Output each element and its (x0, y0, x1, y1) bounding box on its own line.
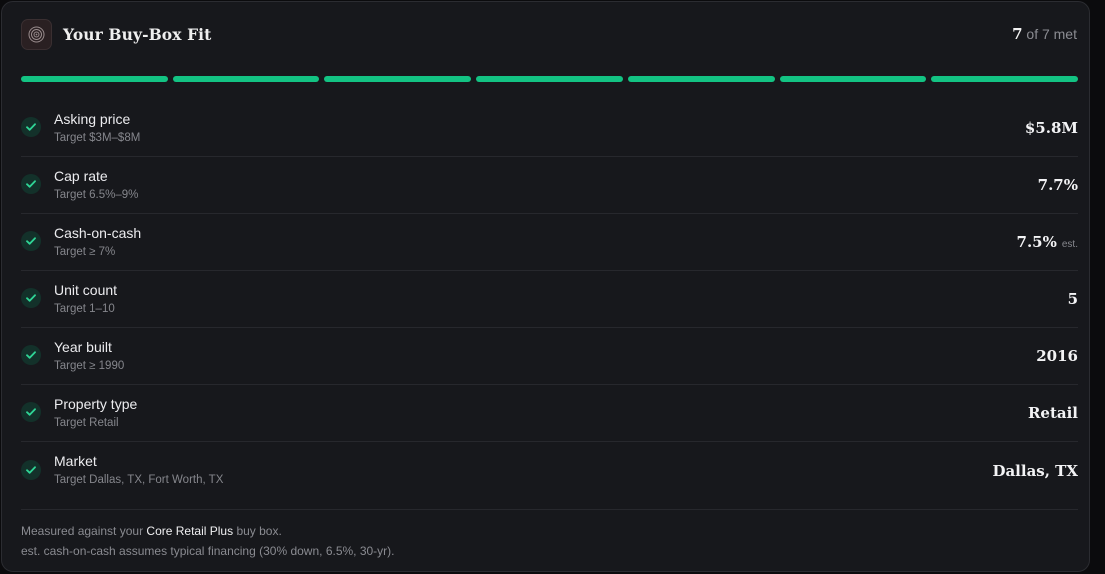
check-icon (21, 288, 41, 308)
criterion-row: Unit count Target 1–10 5 (21, 271, 1078, 328)
criterion-value: $5.8M (1025, 119, 1078, 137)
target-rings-icon (21, 18, 52, 50)
criterion-row: Asking price Target $3M–$8M $5.8M (21, 100, 1078, 157)
card-title: Your Buy-Box Fit (63, 24, 212, 44)
card-header: Your Buy-Box Fit 7 of 7 met (21, 18, 1077, 50)
criterion-value: Dallas, TX (992, 462, 1078, 480)
criterion-value: 7.5% est. (1017, 233, 1078, 251)
criterion-row: Property type Target Retail Retail (21, 385, 1078, 442)
criterion-target: Target Retail (54, 416, 119, 429)
met-count: 7 (1012, 25, 1023, 43)
criterion-value: 5 (1068, 290, 1078, 308)
card-footer: Measured against your Core Retail Plus b… (21, 521, 395, 561)
check-icon (21, 460, 41, 480)
check-icon (21, 345, 41, 365)
criterion-row: Year built Target ≥ 1990 2016 (21, 328, 1078, 385)
progress-segment (172, 76, 320, 82)
criterion-labels: Cash-on-cash Target ≥ 7% (54, 225, 141, 260)
fit-progress-bar (21, 76, 1079, 83)
criterion-value-text: 5 (1067, 290, 1078, 308)
progress-segment (21, 76, 168, 82)
check-icon (21, 117, 41, 137)
criterion-label: Asking price (54, 110, 131, 127)
criterion-labels: Year built Target ≥ 1990 (54, 339, 124, 374)
footer-prefix: Measured against your (21, 524, 147, 538)
criterion-value: Retail (1028, 404, 1078, 422)
criterion-label: Unit count (54, 281, 118, 298)
criterion-labels: Property type Target Retail (54, 396, 137, 431)
criterion-label: Property type (54, 395, 138, 412)
criterion-row: Market Target Dallas, TX, Fort Worth, TX D… (21, 442, 1078, 510)
footer-suffix: buy box. (233, 524, 282, 538)
progress-segment (476, 76, 623, 82)
buy-box-fit-card: Your Buy-Box Fit 7 of 7 met Asking price… (1, 1, 1090, 572)
met-counter: 7 of 7 met (1012, 25, 1077, 43)
criterion-value-text: Retail (1027, 404, 1078, 422)
criterion-value-text: 7.7% (1037, 176, 1078, 194)
check-icon (21, 231, 41, 251)
criterion-labels: Asking price Target $3M–$8M (54, 111, 140, 146)
criterion-value: 2016 (1036, 347, 1078, 365)
criterion-label: Cap rate (54, 167, 108, 184)
check-icon (21, 402, 41, 422)
progress-segment (627, 76, 775, 82)
progress-segment (779, 76, 927, 82)
criterion-labels: Unit count Target 1–10 (54, 282, 117, 317)
criterion-value-text: Dallas, TX (992, 462, 1078, 480)
criterion-labels: Cap rate Target 6.5%–9% (54, 168, 138, 203)
criteria-list: Asking price Target $3M–$8M $5.8M Cap rate T… (21, 100, 1078, 510)
criterion-value-text: $5.8M (1024, 119, 1078, 137)
footer-line-2: est. cash-on-cash assumes typical financ… (21, 544, 395, 558)
progress-segment (931, 76, 1079, 82)
criterion-row: Cash-on-cash Target ≥ 7% 7.5% est. (21, 214, 1078, 271)
criterion-target: Target Dallas, TX, Fort Worth, TX (54, 474, 224, 486)
criterion-value: 7.7% (1038, 176, 1078, 194)
criterion-target: Target ≥ 1990 (54, 359, 125, 372)
criterion-target: Target 1–10 (54, 302, 115, 315)
criterion-label: Market (54, 453, 97, 469)
estimate-note: est. (1061, 239, 1078, 250)
criterion-target: Target $3M–$8M (54, 131, 141, 144)
criterion-labels: Market Target Dallas, TX, Fort Worth, TX (54, 453, 223, 488)
footer-line-1: Measured against your Core Retail Plus b… (21, 521, 395, 541)
criterion-label: Cash-on-cash (54, 224, 142, 241)
criterion-target: Target ≥ 7% (54, 245, 116, 258)
check-icon (21, 174, 41, 194)
criterion-value-text: 2016 (1036, 347, 1078, 365)
met-suffix: of 7 met (1026, 26, 1077, 42)
criterion-value-text: 7.5% (1016, 233, 1057, 251)
buy-box-name: Core Retail Plus (146, 524, 234, 538)
criterion-target: Target 6.5%–9% (54, 188, 139, 201)
criterion-label: Year built (54, 338, 112, 355)
progress-segment (324, 76, 472, 82)
criterion-row: Cap rate Target 6.5%–9% 7.7% (21, 157, 1078, 214)
